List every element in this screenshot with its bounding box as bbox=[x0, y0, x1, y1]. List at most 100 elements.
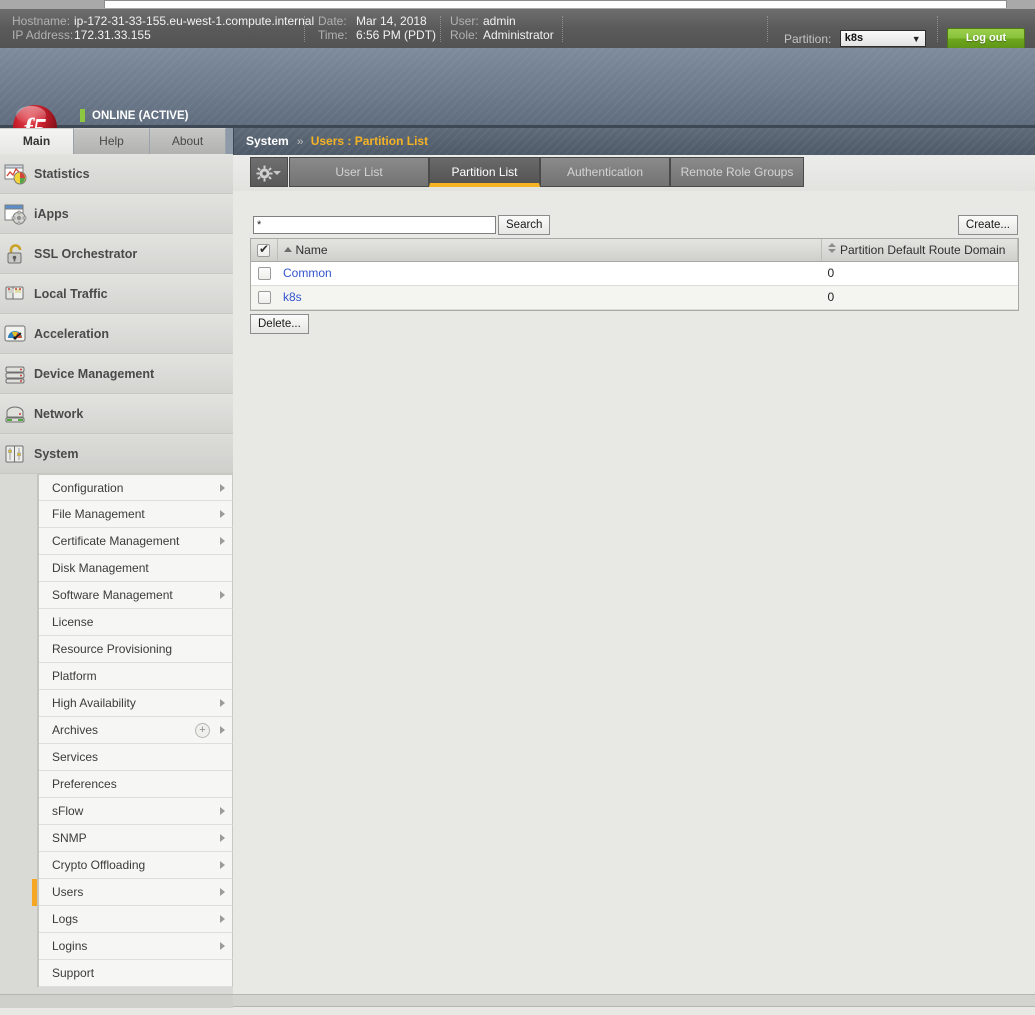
submenu-label: Archives bbox=[52, 723, 99, 737]
role-value: Administrator bbox=[483, 28, 554, 42]
submenu-item-crypto-offloading[interactable]: Crypto Offloading bbox=[39, 852, 233, 879]
breadcrumb-separator-icon: ›› bbox=[297, 136, 303, 148]
add-circle-icon[interactable]: + bbox=[195, 723, 210, 738]
logout-button[interactable]: Log out bbox=[947, 28, 1025, 49]
submenu-item-resource-provisioning[interactable]: Resource Provisioning bbox=[39, 636, 233, 663]
settings-menu-button[interactable] bbox=[250, 157, 288, 187]
submenu-label: License bbox=[52, 615, 94, 629]
time-row: Time: 6:56 PM (PDT) bbox=[318, 28, 436, 42]
submenu-item-snmp[interactable]: SNMP bbox=[39, 825, 233, 852]
submenu-item-license[interactable]: License bbox=[39, 609, 233, 636]
tab-user-list[interactable]: User List bbox=[289, 157, 429, 187]
column-label: Name bbox=[295, 242, 328, 257]
gear-icon bbox=[256, 165, 273, 182]
sidebar-item-network[interactable]: Network bbox=[0, 394, 233, 434]
role-label: Role: bbox=[450, 28, 479, 42]
row-select-cell bbox=[251, 261, 277, 286]
partition-selector-group: Partition: k8s ▼ bbox=[784, 30, 926, 47]
tab-remote-role-groups[interactable]: Remote Role Groups bbox=[670, 157, 804, 187]
nav-tab-about[interactable]: About bbox=[150, 128, 226, 154]
submenu-item-file-management[interactable]: File Management bbox=[39, 501, 233, 528]
breadcrumb: System ›› Users : Partition List bbox=[233, 128, 1035, 155]
search-input[interactable] bbox=[253, 216, 496, 234]
partition-selected-value: k8s bbox=[844, 32, 864, 44]
submenu-item-services[interactable]: Services bbox=[39, 744, 233, 771]
select-all-checkbox[interactable] bbox=[257, 242, 270, 257]
sidebar-item-device-management[interactable]: Device Management bbox=[0, 354, 233, 394]
system-icon bbox=[5, 445, 24, 463]
nav-tab-main[interactable]: Main bbox=[0, 128, 74, 154]
browser-chrome-strip bbox=[0, 0, 1035, 9]
submenu-item-sflow[interactable]: sFlow bbox=[39, 798, 233, 825]
sidebar-item-acceleration[interactable]: Acceleration bbox=[0, 314, 233, 354]
chevron-right-icon bbox=[220, 888, 225, 896]
header-divider bbox=[562, 16, 563, 42]
sidebar-label: Network bbox=[34, 407, 84, 421]
submenu-item-software-management[interactable]: Software Management bbox=[39, 582, 233, 609]
breadcrumb-root[interactable]: System bbox=[246, 134, 289, 148]
sidebar-item-statistics[interactable]: Statistics bbox=[0, 154, 233, 194]
delete-button[interactable]: Delete... bbox=[250, 314, 309, 334]
submenu-item-certificate-management[interactable]: Certificate Management bbox=[39, 528, 233, 555]
hostname-label: Hostname: bbox=[12, 14, 71, 28]
partition-link[interactable]: Common bbox=[283, 266, 332, 280]
sidebar-item-iapps[interactable]: iApps bbox=[0, 194, 233, 234]
user-value: admin bbox=[483, 14, 516, 28]
iapps-icon bbox=[4, 204, 27, 225]
submenu-label: Configuration bbox=[52, 481, 124, 495]
submenu-item-disk-management[interactable]: Disk Management bbox=[39, 555, 233, 582]
submenu-item-support[interactable]: Support bbox=[39, 960, 233, 987]
row-checkbox[interactable] bbox=[257, 291, 271, 305]
column-header-name[interactable]: Name bbox=[277, 239, 822, 262]
submenu-label: Disk Management bbox=[52, 561, 149, 575]
status-online-text: ONLINE (ACTIVE) bbox=[92, 110, 189, 122]
submenu-label: Users bbox=[52, 885, 84, 899]
submenu-item-high-availability[interactable]: High Availability bbox=[39, 690, 233, 717]
row-checkbox[interactable] bbox=[257, 267, 271, 281]
submenu-item-configuration[interactable]: Configuration bbox=[39, 474, 233, 501]
hostname-value: ip-172-31-33-155.eu-west-1.compute.inter… bbox=[74, 14, 315, 28]
sidebar-item-system[interactable]: System bbox=[0, 434, 233, 474]
partition-link[interactable]: k8s bbox=[283, 290, 302, 304]
date-row: Date: Mar 14, 2018 bbox=[318, 14, 436, 28]
sidebar-label: System bbox=[34, 447, 79, 461]
submenu-item-logs[interactable]: Logs bbox=[39, 906, 233, 933]
sidebar-item-local-traffic[interactable]: Local Traffic bbox=[0, 274, 233, 314]
chevron-down-icon bbox=[273, 171, 281, 175]
partition-select[interactable]: k8s ▼ bbox=[839, 30, 926, 47]
row-select-cell bbox=[251, 285, 277, 310]
submenu-item-logins[interactable]: Logins bbox=[39, 933, 233, 960]
submenu-item-users[interactable]: Users bbox=[32, 879, 233, 906]
sidebar-item-ssl-orchestrator[interactable]: SSL Orchestrator bbox=[0, 234, 233, 274]
header-divider bbox=[937, 16, 938, 42]
submenu-label: Services bbox=[52, 750, 99, 764]
submenu-item-archives[interactable]: Archives + bbox=[39, 717, 233, 744]
submenu-item-platform[interactable]: Platform bbox=[39, 663, 233, 690]
table-row[interactable]: k8s 0 bbox=[251, 285, 1018, 310]
local-traffic-icon bbox=[5, 286, 24, 300]
network-icon bbox=[5, 406, 25, 423]
column-header-route-domain[interactable]: Partition Default Route Domain bbox=[821, 239, 1018, 262]
bottom-bar bbox=[0, 994, 1035, 1008]
partition-label: Partition: bbox=[784, 31, 832, 46]
tab-authentication[interactable]: Authentication bbox=[540, 157, 670, 187]
sort-ascending-icon bbox=[283, 246, 292, 252]
table-row[interactable]: Common 0 bbox=[251, 261, 1018, 286]
active-item-marker bbox=[32, 879, 37, 906]
status-bullet-icon bbox=[80, 109, 85, 122]
search-button[interactable]: Search bbox=[498, 215, 551, 235]
create-button[interactable]: Create... bbox=[957, 215, 1018, 235]
browser-address-input[interactable] bbox=[104, 0, 1007, 8]
hostname-row: Hostname: ip-172-31-33-155.eu-west-1.comp… bbox=[12, 14, 314, 28]
submenu-label: Resource Provisioning bbox=[52, 642, 173, 656]
date-value: Mar 14, 2018 bbox=[356, 14, 427, 28]
submenu-label: Support bbox=[52, 966, 95, 980]
chevron-right-icon bbox=[220, 861, 225, 869]
table-header-row: Name Partition Default Route Domain bbox=[251, 239, 1018, 262]
padlock-icon bbox=[7, 244, 22, 264]
nav-tab-help[interactable]: Help bbox=[74, 128, 150, 154]
cell-route-domain: 0 bbox=[821, 285, 1018, 310]
tab-partition-list[interactable]: Partition List bbox=[429, 157, 540, 187]
ip-address-value: 172.31.33.155 bbox=[74, 28, 151, 42]
submenu-item-preferences[interactable]: Preferences bbox=[39, 771, 233, 798]
